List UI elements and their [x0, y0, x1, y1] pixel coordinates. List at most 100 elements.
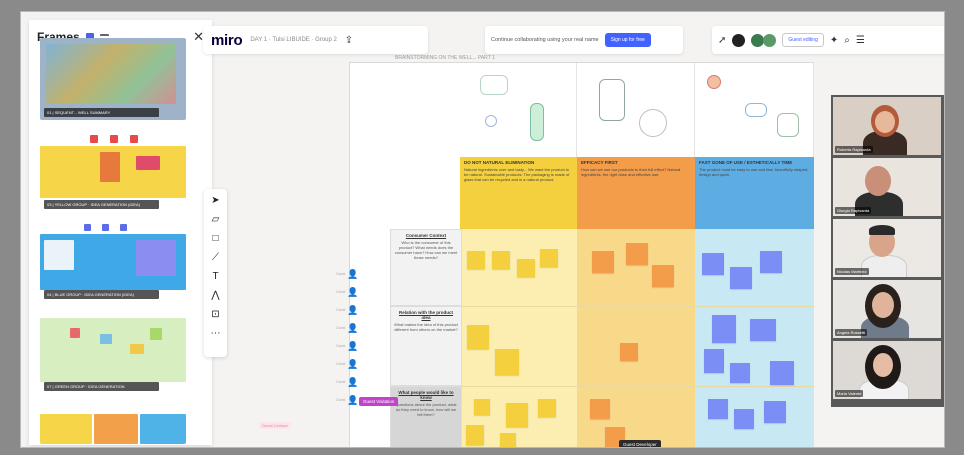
pen-tool-icon[interactable]: ⟋	[212, 252, 219, 265]
sketch-drawing	[485, 115, 497, 127]
sticky-note[interactable]	[770, 361, 794, 385]
sketch-header	[695, 63, 814, 157]
sticky-note[interactable]	[704, 349, 724, 373]
sticky-note[interactable]	[517, 259, 535, 277]
participant-name: Guest	[336, 398, 346, 402]
sticky-note[interactable]	[702, 253, 724, 275]
row-text: Who is the consumer of this product? Wha…	[394, 240, 458, 260]
sticky-note[interactable]	[590, 399, 610, 419]
sticky-note[interactable]	[500, 433, 516, 447]
category-title: EFFICACY FIRST	[581, 160, 618, 165]
sticky-chip	[136, 156, 160, 170]
sticky-note[interactable]	[467, 325, 489, 349]
sticky-chip	[102, 224, 109, 231]
sticky-note[interactable]	[538, 399, 556, 417]
shape-tool-icon[interactable]: □	[212, 233, 218, 246]
avatar[interactable]	[732, 33, 746, 47]
frame-thumbnail[interactable]: 07 | GREEN GROUP · IDEA GENERATION	[40, 314, 186, 394]
video-tile[interactable]: Roberta Rapisarda	[833, 97, 941, 155]
app-screen: Frames ✕ 01 | SEQUENT... WELL SUMMARY 03…	[20, 11, 945, 448]
category-header: FAST GONE OF USE / ESTHETICALLY TIME The…	[695, 157, 814, 229]
frames-panel: Frames ✕ 01 | SEQUENT... WELL SUMMARY 03…	[29, 20, 212, 445]
arrow-tool-icon[interactable]: ⋀	[211, 290, 219, 303]
participant[interactable]: Guest 👤	[336, 391, 359, 409]
participant-face	[865, 166, 891, 196]
sticky-note[interactable]	[730, 267, 752, 289]
board-info-bar: miro DAY 1 · Tulsi LIBUIDE · Group 2 ⇪	[203, 26, 428, 54]
sticky-note[interactable]	[592, 251, 614, 273]
select-tool-icon[interactable]: ➤	[211, 195, 219, 208]
video-tile[interactable]: Giorgio Rapisarda	[833, 158, 941, 216]
sticky-note[interactable]	[540, 249, 558, 267]
board-name[interactable]: DAY 1 · Tulsi LIBUIDE · Group 2	[250, 37, 336, 43]
sticky-note[interactable]	[495, 349, 519, 375]
category-title: DO NOT NATURAL ELIMINATION	[464, 160, 535, 165]
sticky-note[interactable]	[760, 251, 782, 273]
participant-face	[873, 353, 893, 377]
sticky-note[interactable]	[626, 243, 648, 265]
frame-tool-icon[interactable]: ⊡	[211, 309, 219, 322]
frame-thumbnail[interactable]	[40, 404, 186, 444]
sketch-drawing	[480, 75, 508, 95]
cursor-icon[interactable]: ➚	[718, 35, 726, 46]
sticky-note[interactable]	[467, 251, 485, 269]
sticky-note[interactable]	[620, 343, 638, 361]
participant[interactable]: Guest 👤	[336, 265, 359, 283]
frame-thumbnail[interactable]: 01 | SEQUENT... WELL SUMMARY	[40, 38, 186, 120]
participant[interactable]: Guest 👤	[336, 355, 359, 373]
user-icon: 👤	[347, 394, 359, 405]
participant[interactable]: Guest 👤	[336, 337, 359, 355]
participant-name: Maria Valente	[835, 390, 864, 397]
user-icon: 👤	[347, 358, 359, 369]
more-tools-icon[interactable]: ⋯	[211, 328, 221, 341]
sticky-note[interactable]	[466, 425, 484, 445]
participant[interactable]: Guest 👤	[336, 283, 359, 301]
user-icon: 👤	[347, 286, 359, 297]
sticky-chip	[44, 240, 74, 270]
guest-cursor-tag: Guest Contact	[259, 422, 291, 429]
avatar[interactable]	[763, 33, 777, 47]
participant-name: Giorgio Rapisarda	[835, 207, 872, 214]
share-upload-icon[interactable]: ⇪	[345, 35, 353, 46]
participant[interactable]: Guest 👤	[336, 319, 359, 337]
participant[interactable]: Guest 👤	[336, 301, 359, 319]
signup-button[interactable]: Sign up for free	[604, 33, 651, 47]
sticky-chip	[130, 135, 138, 143]
sticky-note[interactable]	[652, 265, 674, 287]
video-tile[interactable]: Nicolas Martinez	[833, 219, 941, 277]
collaboration-bar: ➚ Guest editing ✦ ⌕ ☰	[712, 26, 944, 54]
sketch-drawing	[599, 79, 625, 121]
frame-label: 04 | BLUE GROUP · IDEA GENERATION (IDEA)	[44, 290, 159, 299]
sticky-note[interactable]	[712, 315, 736, 343]
sticky-note[interactable]	[474, 399, 490, 415]
sticky-note-icon[interactable]: ▱	[212, 214, 220, 227]
search-icon[interactable]: ⌕	[844, 35, 850, 46]
frame-thumbnail[interactable]: 04 | BLUE GROUP · IDEA GENERATION (IDEA)	[40, 222, 186, 302]
sticky-chip	[110, 135, 118, 143]
video-call-panel: Roberta Rapisarda Giorgio Rapisarda Nico…	[831, 95, 944, 407]
text-tool-icon[interactable]: T	[212, 271, 218, 284]
miro-logo[interactable]: miro	[211, 32, 243, 49]
video-tile[interactable]: Angela Rossetti	[833, 280, 941, 338]
user-icon: 👤	[347, 340, 359, 351]
sketch-drawing	[639, 109, 667, 137]
participant-name: Guest	[336, 272, 346, 276]
sticky-note[interactable]	[506, 403, 528, 427]
sticky-note[interactable]	[730, 363, 750, 383]
guest-editing-button[interactable]: Guest editing	[782, 33, 824, 47]
participant[interactable]: Guest 👤	[336, 373, 359, 391]
sketch-header	[577, 63, 695, 157]
menu-icon[interactable]: ☰	[856, 35, 865, 46]
sticky-note[interactable]	[764, 401, 786, 423]
sticky-note[interactable]	[708, 399, 728, 419]
sticky-note[interactable]	[734, 409, 754, 429]
user-icon: 👤	[347, 268, 359, 279]
frame-thumbnail[interactable]: 03 | YELLOW GROUP · IDEA GENERATION (IDE…	[40, 132, 186, 212]
sticky-note[interactable]	[492, 251, 510, 269]
sticky-note[interactable]	[750, 319, 776, 341]
reactions-icon[interactable]: ✦	[830, 35, 838, 46]
sketch-drawing	[745, 103, 767, 117]
row-text: What makes the idea of this product diff…	[394, 322, 458, 332]
category-text: The product must be easy to use and fast…	[699, 167, 809, 177]
video-tile[interactable]: Maria Valente	[833, 341, 941, 399]
